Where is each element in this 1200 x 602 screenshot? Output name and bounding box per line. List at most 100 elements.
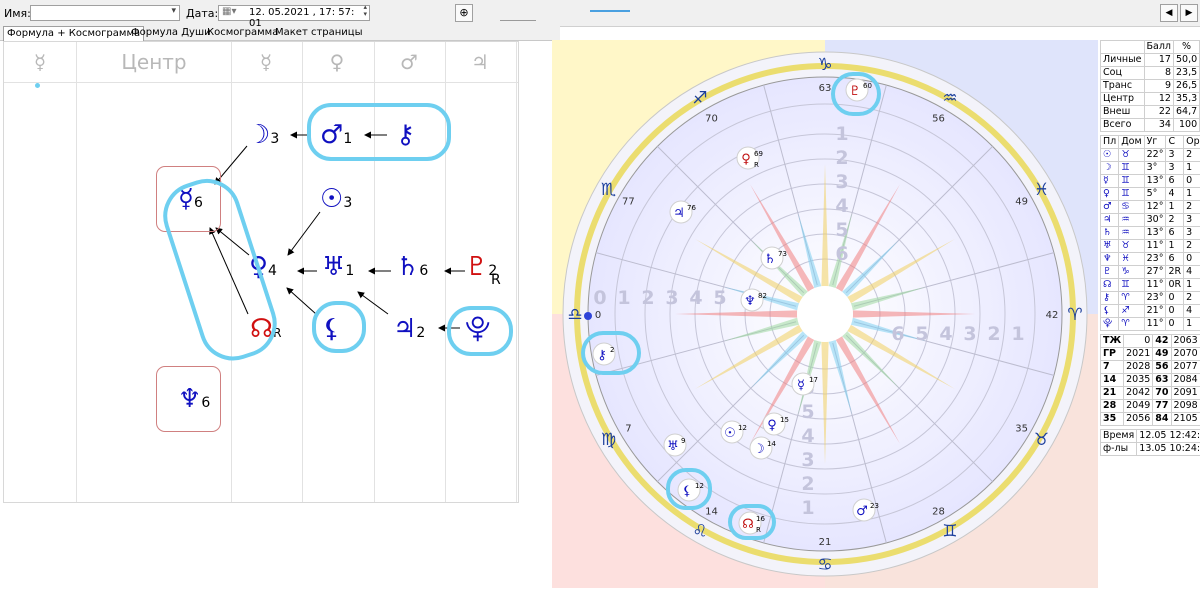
planet-row-cell-0: ☉	[1099, 148, 1120, 162]
name-combobox[interactable]: ▾	[30, 5, 180, 21]
tab-formula-cosmogram[interactable]: Формула + Космограмма	[3, 26, 145, 41]
top-scale-number-3: 4	[835, 195, 848, 217]
tab-soul-formula[interactable]: Формула Души	[128, 26, 214, 40]
score-row-cell-0: Личные	[1100, 53, 1145, 67]
planet-row-cell-4: 1	[1183, 161, 1200, 175]
planet-row-cell-1: ♓	[1118, 252, 1145, 266]
scroll-right-button[interactable]: ▶	[1180, 4, 1198, 22]
planet-glyph: ♅	[667, 439, 679, 454]
time-row-cell-1: 13.05 10:24:59	[1136, 442, 1200, 456]
planet-row-cell-2: 11°	[1143, 317, 1167, 331]
jupiter-node[interactable]: ♃2	[393, 314, 425, 348]
planet-retro: R	[756, 526, 761, 534]
years-table: ТЖ 0 42 2063 ГР 2021 49 2070 7 2028 56 2077 14 2035 63…	[1099, 334, 1200, 426]
tab-cosmogram[interactable]: Космограмма	[204, 26, 281, 40]
years-row: 7 2028 56 2077	[1099, 360, 1200, 374]
moon-node[interactable]: ☽3	[247, 120, 279, 154]
planet-row-cell-4: 3	[1183, 226, 1200, 240]
planet-row-cell-2: 12°	[1143, 200, 1167, 214]
right-scale-number-4: 2	[987, 323, 1000, 345]
highlight-lilith	[312, 301, 366, 353]
time-row-cell-1: 12.05 12:42:59	[1136, 429, 1200, 443]
planet-row-cell-2: 23°	[1143, 291, 1167, 305]
cosmogram: ♑ ♐ ♏ ♎ ♍ ♌ ♋ ♊ ♉ ♈ ♓ ♒ 63 56 49 42 35 28 21 14 7 0 77 70 0123…	[552, 40, 1098, 588]
planet-row: ☉ ♉ 22° 3 2	[1099, 148, 1200, 162]
years-row: ГР 2021 49 2070	[1099, 347, 1200, 361]
zodiac-sign-6: ♋	[817, 555, 832, 575]
planet-number: 14	[767, 440, 776, 448]
years-row-cell-2: 84	[1152, 412, 1172, 426]
years-row: 35 2056 84 2105	[1099, 412, 1200, 426]
years-row-cell-1: 2035	[1123, 373, 1154, 387]
bottom-scale-number-3: 3	[801, 449, 814, 471]
spin-buttons-icon[interactable]: ▴ ▾	[363, 4, 367, 18]
planet-row-cell-1: ♈	[1118, 317, 1145, 331]
score-table: Балл % Личные 17 50,0 Соц 8 23,5 Транс 9 26,5 Цен…	[1100, 40, 1200, 132]
planet-row: ⯓ ♈ 11° 0 1	[1099, 317, 1200, 331]
orbit-header: Ор	[1183, 135, 1200, 149]
globe-icon[interactable]: ⊕	[455, 4, 473, 22]
right-scale-number-3: 3	[963, 323, 976, 345]
planet-row: ♂ ♋ 12° 1 2	[1099, 200, 1200, 214]
chevron-down-icon[interactable]: ▾	[171, 6, 176, 16]
planet-row-cell-0: ♃	[1099, 213, 1120, 227]
chart-planet-10[interactable]: ♅ 9	[663, 433, 687, 457]
pluto-retro-label: R	[491, 272, 501, 288]
score-row-cell-1: 12	[1143, 92, 1174, 106]
years-row-cell-3: 2091	[1170, 386, 1200, 400]
date-field[interactable]: ▦▾ 12. 05.2021 , 17: 57: 01 ▴ ▾	[218, 4, 370, 29]
saturn-node[interactable]: ♄6	[396, 252, 428, 286]
planet-glyph: ⚷	[597, 348, 607, 363]
neptune-node[interactable]: ♆6	[178, 384, 210, 418]
score-row: Всего 34 100	[1100, 118, 1200, 132]
highlight-mars-chiron	[307, 103, 451, 161]
planet-number: 69	[754, 150, 763, 158]
years-row: 14 2035 63 2084	[1099, 373, 1200, 387]
planet-number: 15	[780, 416, 789, 424]
planet-row-cell-1: ♊	[1118, 278, 1145, 292]
degree-label-8: 7	[625, 424, 631, 435]
time-row-cell-0: ф-лы	[1099, 442, 1138, 456]
planet-row-cell-0: ♀	[1099, 187, 1120, 201]
bottom-scale-number-4: 2	[801, 473, 814, 495]
planet-row-cell-4: 1	[1183, 187, 1200, 201]
years-row-cell-0: ТЖ	[1099, 334, 1125, 348]
tab-page-layout[interactable]: Макет страницы	[272, 26, 366, 40]
left-scale-number-5: 5	[713, 287, 726, 309]
time-row: ф-лы13.05 10:24:59	[1099, 442, 1200, 456]
uranus-node[interactable]: ♅1	[322, 252, 354, 286]
force-header: С	[1165, 135, 1185, 149]
years-row: ТЖ 0 42 2063	[1099, 334, 1200, 348]
years-row-cell-1: 2049	[1123, 399, 1154, 413]
years-row: 28 2049 77 2098	[1099, 399, 1200, 413]
chart-planet-5[interactable]: ⚷ 2	[592, 342, 616, 366]
planet-row-cell-1: ♉	[1118, 239, 1145, 253]
planet-row-cell-2: 22°	[1143, 148, 1167, 162]
top-scale-number-4: 5	[835, 219, 848, 241]
years-row-cell-2: 56	[1152, 360, 1172, 374]
planet-row-cell-1: ♋	[1118, 200, 1145, 214]
sun-node[interactable]: ☉3	[320, 184, 352, 218]
calendar-icon[interactable]: ▦▾	[222, 6, 236, 17]
planet-glyph: ☉	[724, 426, 736, 441]
years-row-cell-1: 2021	[1123, 347, 1154, 361]
score-row: Центр 12 35,3	[1100, 92, 1200, 106]
planet-row-cell-2: 30°	[1143, 213, 1167, 227]
planet-row-cell-0: ♂	[1099, 200, 1120, 214]
toolbar-divider	[500, 20, 536, 21]
planet-row-cell-4: 2	[1183, 148, 1200, 162]
planet-glyph: ♀	[741, 152, 751, 167]
planet-row-cell-3: 2	[1165, 213, 1185, 227]
planet-row-cell-4: 2	[1183, 200, 1200, 214]
planet-row-cell-3: 2R	[1165, 265, 1185, 279]
years-row-cell-1: 2056	[1123, 412, 1154, 426]
planet-header: Пл	[1099, 135, 1120, 149]
score-header-points: Балл	[1143, 40, 1174, 54]
years-row-cell-0: 35	[1099, 412, 1125, 426]
scroll-left-button[interactable]: ◀	[1160, 4, 1178, 22]
planet-row-cell-1: ♐	[1118, 304, 1145, 318]
planet-row: ☿ ♊ 13° 6 0	[1099, 174, 1200, 188]
planet-row: ♅ ♉ 11° 1 2	[1099, 239, 1200, 253]
years-row: 21 2042 70 2091	[1099, 386, 1200, 400]
degree-label-3: 42	[1046, 310, 1059, 321]
